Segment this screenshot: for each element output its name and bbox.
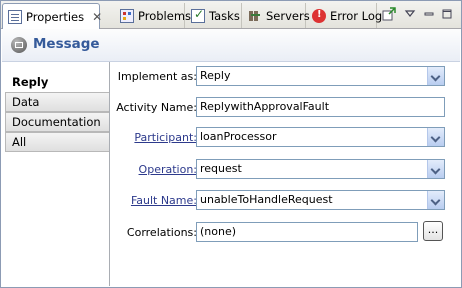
correlations-value: (none) xyxy=(200,225,237,238)
operation-value: request xyxy=(200,162,242,175)
activity-name-label: Activity Name: xyxy=(116,101,197,114)
problems-icon xyxy=(120,8,134,23)
chevron-down-icon[interactable] xyxy=(427,160,444,178)
correlations-row: Correlations: (none) ... xyxy=(110,221,460,244)
nav-item-label: All xyxy=(12,135,27,149)
property-tabs: Reply Data Documentation All xyxy=(2,62,110,286)
participant-select[interactable]: loanProcessor xyxy=(196,127,445,147)
page-title: Message xyxy=(33,36,100,52)
operation-link[interactable]: Operation: xyxy=(139,163,197,176)
participant-value: loanProcessor xyxy=(200,130,277,143)
section-header: Message xyxy=(2,29,460,62)
fault-name-link[interactable]: Fault Name: xyxy=(131,194,197,207)
tab-problems[interactable]: Problems xyxy=(115,3,191,28)
nav-item-label: Reply xyxy=(12,75,49,89)
correlations-field[interactable]: (none) xyxy=(196,222,418,242)
activity-name-field[interactable]: ReplywithApprovalFault xyxy=(196,97,445,117)
properties-icon xyxy=(8,9,22,24)
operation-row: Operation: request xyxy=(110,159,460,181)
view-menu-icon[interactable] xyxy=(402,6,418,22)
close-icon[interactable]: ✕ xyxy=(92,10,102,24)
message-icon xyxy=(11,37,27,53)
chevron-down-icon[interactable] xyxy=(427,67,444,85)
activity-name-value: ReplywithApprovalFault xyxy=(200,100,330,113)
servers-icon xyxy=(248,9,262,23)
fault-name-select[interactable]: unableToHandleRequest xyxy=(196,190,445,210)
chevron-down-icon[interactable] xyxy=(427,191,444,209)
implement-as-select[interactable]: Reply xyxy=(196,66,445,86)
tab-label: Problems xyxy=(138,8,192,23)
tab-label: Properties xyxy=(26,9,85,24)
browse-button[interactable]: ... xyxy=(423,221,443,241)
chevron-down-icon[interactable] xyxy=(427,128,444,146)
nav-item-documentation[interactable]: Documentation xyxy=(5,112,109,132)
nav-item-label: Data xyxy=(12,95,40,109)
fault-name-value: unableToHandleRequest xyxy=(200,193,333,206)
tab-bar: Properties ✕ Problems Tasks Servers Erro… xyxy=(1,1,461,29)
implement-as-row: Implement as: Reply xyxy=(110,66,460,88)
error-log-icon xyxy=(312,8,326,23)
tab-servers[interactable]: Servers xyxy=(243,3,310,28)
minimize-icon[interactable] xyxy=(421,6,437,22)
tab-label: Error Log xyxy=(330,8,383,23)
fault-name-row: Fault Name: unableToHandleRequest xyxy=(110,190,460,212)
nav-item-label: Documentation xyxy=(12,115,101,129)
operation-select[interactable]: request xyxy=(196,159,445,179)
implement-as-value: Reply xyxy=(200,69,231,82)
properties-view: Properties ✕ Problems Tasks Servers Erro… xyxy=(0,0,462,288)
tasks-icon xyxy=(191,7,205,23)
tab-label: Tasks xyxy=(209,8,240,23)
nav-item-reply[interactable]: Reply xyxy=(5,72,109,92)
implement-as-label: Implement as: xyxy=(117,70,197,83)
nav-item-all[interactable]: All xyxy=(5,132,109,152)
maximize-icon[interactable] xyxy=(439,6,455,22)
nav-item-data[interactable]: Data xyxy=(5,92,109,112)
pin-icon[interactable] xyxy=(381,6,397,22)
tab-label: Servers xyxy=(266,8,310,23)
tab-tasks[interactable]: Tasks xyxy=(186,3,242,28)
participant-link[interactable]: Participant: xyxy=(134,131,197,144)
tab-error-log[interactable]: Error Log xyxy=(307,3,382,28)
tab-properties[interactable]: Properties ✕ xyxy=(2,3,102,29)
correlations-label: Correlations: xyxy=(126,226,197,239)
participant-row: Participant: loanProcessor xyxy=(110,127,460,149)
activity-name-row: Activity Name: ReplywithApprovalFault xyxy=(110,97,460,119)
